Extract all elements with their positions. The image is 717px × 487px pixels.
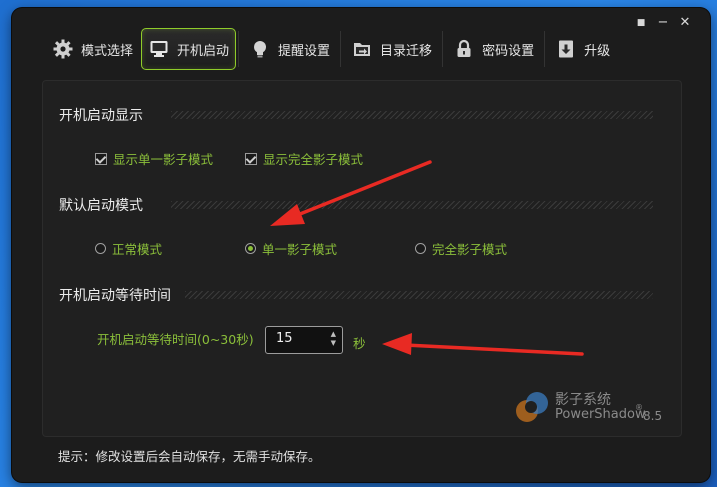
close-button[interactable]: ✕ (678, 16, 692, 30)
toolbar-divider (544, 31, 546, 67)
window-controls: ■ − ✕ (634, 16, 692, 30)
section-title-boot-display: 开机启动显示 (59, 108, 143, 124)
footer-hint: 提示：修改设置后会自动保存，无需手动保存。 (58, 449, 321, 464)
checkbox-label: 显示完全影子模式 (263, 152, 364, 167)
section-title-wait-time: 开机启动等待时间 (59, 288, 171, 304)
section-divider (171, 111, 653, 119)
toolbar-divider (340, 31, 342, 67)
settings-panel: 开机启动显示 显示单一影子模式 显示完全影子模式 默认启动模式 正常模式 单一影… (42, 80, 682, 437)
tab-label: 开机启动 (177, 43, 230, 59)
tab-label: 提醒设置 (278, 43, 331, 59)
section-divider (185, 291, 653, 299)
pin-icon[interactable]: ■ (634, 16, 648, 30)
tab-label: 目录迁移 (380, 43, 433, 59)
section-divider (171, 201, 653, 209)
radio-label: 单一影子模式 (262, 242, 338, 257)
radio-label: 正常模式 (112, 242, 163, 257)
radio-selected-icon (245, 243, 256, 254)
checkbox-show-full-shadow[interactable]: 显示完全影子模式 (245, 149, 363, 168)
tab-label: 密码设置 (482, 43, 535, 59)
brand-name-en: PowerShadow (555, 407, 646, 422)
toolbar-divider (442, 31, 444, 67)
radio-full-shadow-mode[interactable]: 完全影子模式 (415, 239, 507, 258)
checkbox-label: 显示单一影子模式 (113, 152, 214, 167)
upgrade-icon (555, 38, 577, 60)
checkbox-show-single-shadow[interactable]: 显示单一影子模式 (95, 149, 213, 168)
radio-label: 完全影子模式 (432, 242, 508, 257)
minimize-button[interactable]: − (656, 16, 670, 30)
powershadow-logo-icon (516, 392, 548, 422)
brand-version: 8.5 (643, 409, 663, 423)
monitor-icon (148, 38, 170, 60)
app-window: ■ − ✕ 模式选择 开机启动 提醒设置 目录迁移 密码设置 升级 开机启动显示… (12, 8, 710, 482)
tab-reminder-settings[interactable]: 提醒设置 (241, 29, 338, 69)
brand-logo: 影子系统 PowerShadow ® 8.5 (513, 389, 662, 429)
registered-mark: ® (635, 403, 643, 412)
tab-password-settings[interactable]: 密码设置 (445, 29, 542, 69)
wait-time-stepper[interactable]: 15 ▲ ▼ (265, 326, 343, 354)
tab-directory-migration[interactable]: 目录迁移 (343, 29, 440, 69)
wait-time-unit: 秒 (353, 336, 366, 351)
radio-single-shadow-mode[interactable]: 单一影子模式 (245, 239, 337, 258)
gear-icon (52, 38, 74, 60)
radio-normal-mode[interactable]: 正常模式 (95, 239, 162, 258)
folder-icon (351, 38, 373, 60)
tab-label: 模式选择 (81, 43, 134, 59)
lock-icon (453, 38, 475, 60)
toolbar-divider (238, 31, 240, 67)
bulb-icon (249, 38, 271, 60)
tab-mode-select[interactable]: 模式选择 (44, 29, 141, 69)
radio-icon (95, 243, 106, 254)
tab-boot-start[interactable]: 开机启动 (141, 28, 237, 70)
tab-label: 升级 (584, 43, 611, 59)
wait-time-value[interactable]: 15 (276, 331, 293, 346)
toolbar: 模式选择 开机启动 提醒设置 目录迁移 密码设置 升级 (44, 28, 618, 70)
radio-icon (415, 243, 426, 254)
wait-time-label: 开机启动等待时间(0~30秒) (97, 332, 254, 347)
checkbox-checked-icon (95, 152, 107, 165)
checkbox-checked-icon (245, 152, 257, 165)
section-title-default-mode: 默认启动模式 (59, 198, 143, 214)
brand-name-cn: 影子系统 (555, 392, 611, 408)
stepper-arrows-icon[interactable]: ▲ ▼ (331, 330, 336, 348)
tab-upgrade[interactable]: 升级 (547, 29, 618, 69)
